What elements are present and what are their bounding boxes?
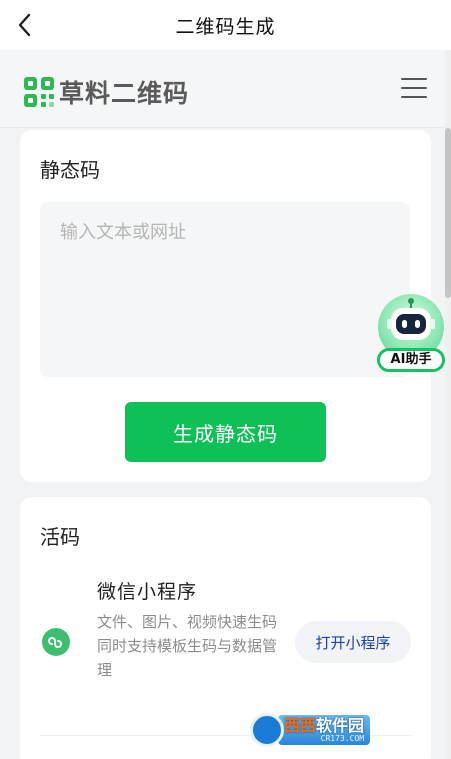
brand-name: 草料二维码 bbox=[59, 79, 190, 108]
open-mini-program-button[interactable]: 打开小程序 bbox=[295, 621, 411, 663]
brand-header: 草料二维码 bbox=[0, 50, 445, 128]
ai-assistant-button[interactable]: AI助手 bbox=[375, 294, 447, 378]
watermark-main-b: 软件园 bbox=[316, 715, 365, 735]
top-navbar: 二维码生成 bbox=[0, 0, 451, 50]
mini-program-desc-line1: 文件、图片、视频快速生码 bbox=[97, 613, 278, 631]
static-code-card: 静态码 生成静态码 bbox=[20, 130, 431, 482]
generate-static-code-button[interactable]: 生成静态码 bbox=[125, 402, 326, 462]
active-code-title: 活码 bbox=[40, 525, 80, 549]
site-watermark: 西西软件园 CR173.COM bbox=[250, 712, 432, 748]
watermark-main-a: 西西 bbox=[284, 715, 317, 735]
ai-assistant-label: AI助手 bbox=[377, 348, 445, 372]
chevron-left-icon bbox=[18, 13, 31, 37]
watermark-logo-icon bbox=[250, 713, 284, 747]
back-button[interactable] bbox=[10, 10, 40, 40]
mini-program-desc-line2: 同时支持模板生码与数据管理 bbox=[97, 637, 278, 679]
mini-program-description: 文件、图片、视频快速生码 同时支持模板生码与数据管理 bbox=[97, 610, 287, 682]
page-title: 二维码生成 bbox=[175, 15, 276, 38]
watermark-text-box: 西西软件园 CR173.COM bbox=[278, 715, 371, 745]
watermark-sub: CR173.COM bbox=[320, 733, 365, 743]
scrollbar-thumb[interactable] bbox=[445, 128, 451, 298]
qr-logo-icon bbox=[24, 77, 54, 107]
static-code-title: 静态码 bbox=[40, 158, 100, 182]
brand-logo[interactable]: 草料二维码 bbox=[24, 74, 189, 110]
watermark-main: 西西软件园 bbox=[284, 715, 365, 735]
mini-program-icon bbox=[42, 628, 70, 656]
hamburger-menu-icon[interactable] bbox=[401, 78, 427, 98]
mini-program-name: 微信小程序 bbox=[97, 581, 198, 603]
text-url-input[interactable] bbox=[40, 202, 410, 377]
